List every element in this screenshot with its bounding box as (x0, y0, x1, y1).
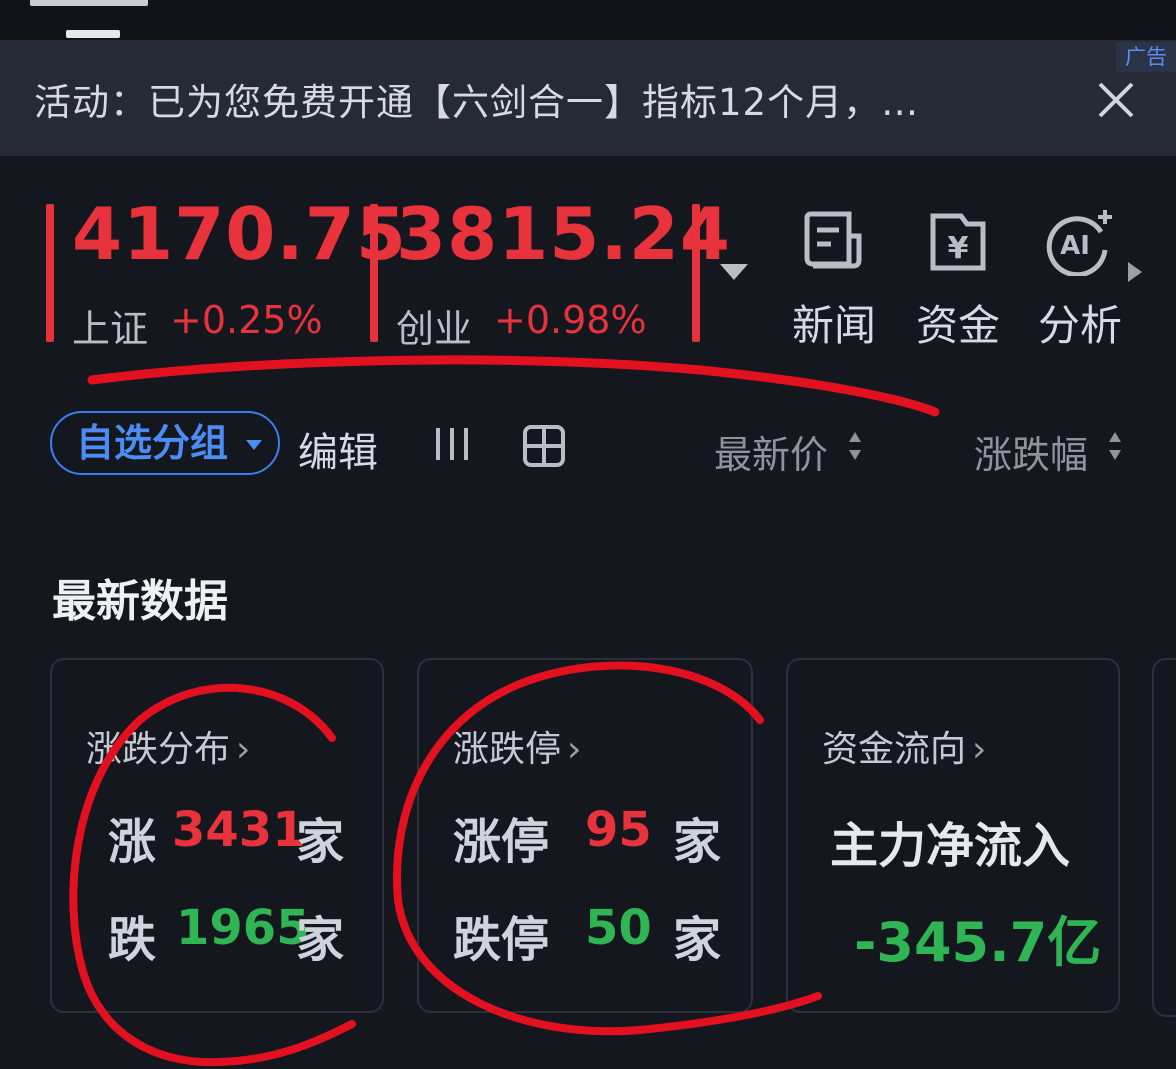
funds-button[interactable]: ¥ 资金 (908, 206, 1008, 350)
news-icon (804, 211, 862, 269)
chevron-right-icon: › (972, 729, 987, 770)
index-change-cy: +0.98% (494, 298, 647, 342)
ai-analysis-icon: AI (1046, 210, 1112, 278)
limit-down-label: 跌停 (453, 912, 550, 968)
main-net-inflow-value: -345.7亿 (854, 911, 1102, 974)
down-count: 1965 (176, 900, 310, 956)
chevron-down-icon (246, 440, 262, 450)
card-title: 涨跌分布 › (86, 720, 250, 772)
index-change-sh: +0.25% (170, 298, 323, 342)
svg-text:AI: AI (1060, 231, 1090, 261)
next-card-edge (1152, 658, 1176, 1017)
index-dropdown-icon[interactable] (720, 264, 748, 280)
index-bar-marker (46, 204, 54, 342)
index-bar-marker (692, 204, 700, 342)
limit-up-count: 95 (585, 802, 652, 858)
unit-label: 家 (296, 814, 345, 870)
unit-label: 家 (673, 912, 722, 968)
news-button[interactable]: 新闻 (784, 206, 884, 350)
card-title-text: 涨跌停 (453, 729, 562, 770)
sort-change-pct[interactable]: 涨跌幅 (974, 424, 1088, 479)
analysis-button[interactable]: AI 分析 (1030, 206, 1130, 350)
tab-title-fragment (30, 0, 148, 6)
annotation-underline (87, 355, 940, 417)
card-title: 资金流向 › (822, 720, 986, 772)
up-label: 涨 (108, 814, 157, 870)
sort-icon[interactable] (848, 430, 862, 462)
index-value-sh[interactable]: 4170.75 (72, 192, 407, 276)
chevron-right-icon[interactable] (1128, 262, 1142, 282)
edit-button[interactable]: 编辑 (298, 420, 378, 478)
close-icon[interactable] (1094, 78, 1138, 122)
limit-down-count: 50 (585, 900, 652, 956)
sort-icon[interactable] (1108, 430, 1122, 462)
funds-icon: ¥ (930, 213, 986, 271)
news-label: 新闻 (791, 301, 876, 350)
status-top-strip (0, 0, 1176, 40)
promo-banner[interactable]: 活动：已为您免费开通【六剑合一】指标12个月，… 广告 (0, 40, 1176, 156)
grid-view-icon[interactable] (522, 424, 566, 468)
up-count: 3431 (172, 802, 306, 858)
analysis-label: 分析 (1037, 301, 1122, 350)
unit-label: 家 (673, 814, 722, 870)
funds-label: 资金 (915, 301, 1000, 350)
index-bar-marker (370, 204, 378, 342)
limit-card[interactable]: 涨跌停 › 涨停 95 家 跌停 50 家 (417, 658, 753, 1013)
svg-text:¥: ¥ (948, 231, 969, 266)
main-net-inflow-label: 主力净流入 (830, 818, 1071, 874)
chevron-right-icon: › (236, 729, 251, 770)
card-title-text: 涨跌分布 (86, 729, 231, 770)
card-title: 涨跌停 › (453, 720, 581, 772)
down-label: 跌 (108, 912, 157, 968)
group-selector-label: 自选分组 (76, 421, 229, 465)
list-view-icon[interactable] (432, 424, 472, 464)
card-title-text: 资金流向 (822, 729, 967, 770)
group-selector-button[interactable]: 自选分组 (50, 411, 280, 475)
index-name-sh: 上证 (72, 307, 149, 351)
ad-badge: 广告 (1116, 42, 1176, 72)
fund-flow-card[interactable]: 资金流向 › 主力净流入 -345.7亿 (786, 658, 1120, 1013)
banner-text: 活动：已为您免费开通【六剑合一】指标12个月，… (34, 81, 920, 124)
index-name-cy: 创业 (396, 307, 473, 351)
limit-up-label: 涨停 (453, 814, 550, 870)
unit-label: 家 (296, 912, 345, 968)
chevron-right-icon: › (567, 729, 582, 770)
section-title: 最新数据 (52, 576, 228, 627)
sort-latest-price[interactable]: 最新价 (714, 424, 828, 479)
distribution-card[interactable]: 涨跌分布 › 涨 3431 家 跌 1965 家 (50, 658, 384, 1013)
tab-indicator (66, 30, 120, 38)
index-value-cy[interactable]: 3815.24 (396, 192, 731, 276)
